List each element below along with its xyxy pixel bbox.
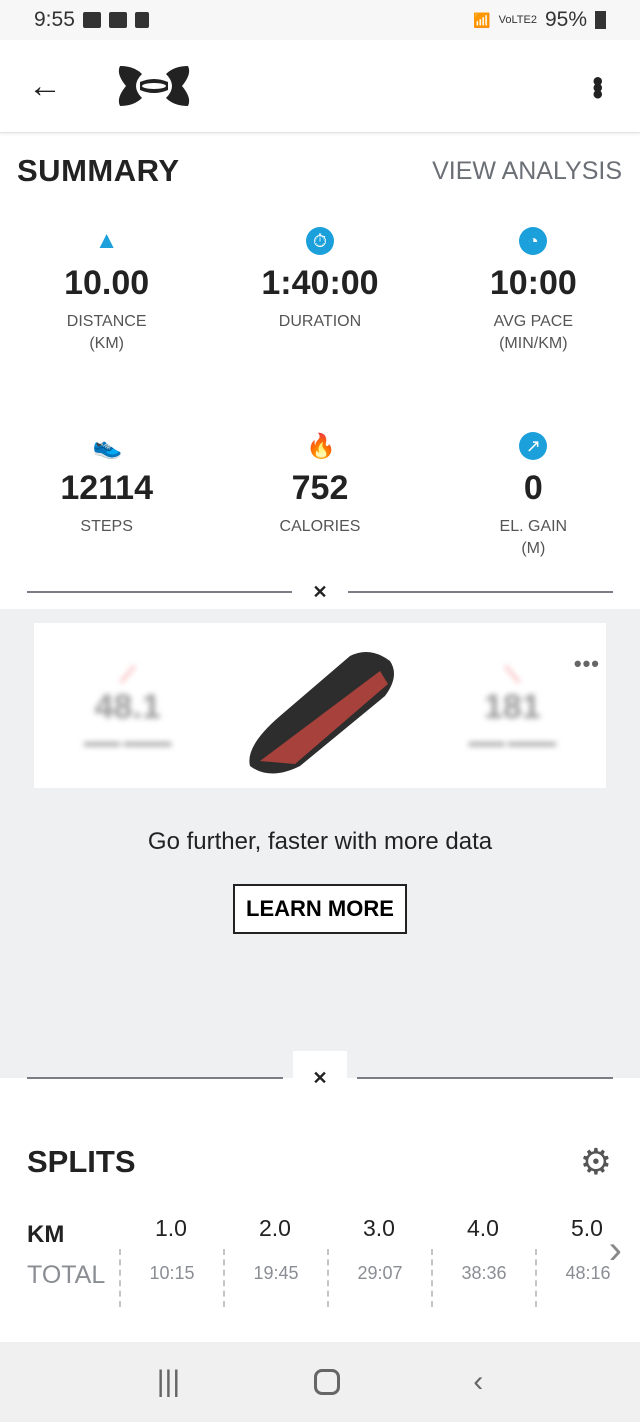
- back-nav-icon[interactable]: ‹: [473, 1365, 483, 1399]
- stat-label: EL. GAIN (M): [499, 518, 568, 557]
- km-cell: 2.0: [259, 1215, 291, 1241]
- km-header: KM: [27, 1221, 65, 1248]
- stat-1: ⏱ 1:40:00 DURATION: [213, 227, 426, 380]
- app-bar: ← •••: [0, 40, 640, 133]
- total-cell: 29:07: [327, 1249, 431, 1307]
- total-cell: 48:16: [535, 1249, 639, 1307]
- stopwatch-icon: ⏱: [305, 227, 334, 255]
- stat-label: CALORIES: [279, 518, 361, 535]
- clock: 9:55: [34, 8, 75, 31]
- splits-title: SPLITS: [27, 1144, 136, 1179]
- promo-card[interactable]: ⟋ 48.1 ▬▬▬ ▬▬▬▬ ⟍ 181 ▬▬▬ ▬▬▬▬ •••: [34, 623, 606, 788]
- network-label: VoLTE2: [498, 14, 537, 26]
- wifi-icon: 📶: [473, 11, 491, 28]
- gear-icon[interactable]: ⚙: [580, 1141, 612, 1183]
- stat-label: AVG PACE (MIN/KM): [493, 313, 574, 352]
- stat-value: 0: [523, 469, 543, 507]
- total-cell: 19:45: [223, 1249, 327, 1307]
- learn-more-button[interactable]: LEARN MORE: [233, 884, 407, 934]
- ua-logo-icon: ✕: [312, 1067, 328, 1088]
- km-cell: 1.0: [155, 1215, 187, 1241]
- under-armour-logo: [118, 66, 190, 106]
- clock-app-icon: [134, 12, 149, 28]
- battery-icon: [595, 11, 606, 29]
- gallery-icon: [82, 12, 101, 28]
- stat-value: 10:00: [489, 264, 577, 302]
- summary-title: SUMMARY: [17, 153, 180, 188]
- more-horiz-icon[interactable]: •••: [574, 651, 600, 677]
- stat-label: STEPS: [80, 518, 133, 535]
- youtube-icon: [108, 12, 127, 28]
- km-cell: 5.0: [571, 1215, 603, 1241]
- stat-value: 10.00: [64, 264, 150, 302]
- stat-5: ↗ 0 EL. GAIN (M): [427, 432, 640, 585]
- recents-icon[interactable]: |||: [157, 1365, 180, 1399]
- splits-table: KM 1.0 2.0 3.0 4.0 5.0 TOTAL 10:15 19:45…: [0, 1215, 640, 1307]
- stat-3: 👟 12114 STEPS: [0, 432, 213, 585]
- stat-value: 1:40:00: [261, 264, 379, 302]
- shoe-image: [249, 651, 394, 773]
- chevron-right-icon[interactable]: ›: [609, 1228, 622, 1273]
- stat-4: 🔥 752 CALORIES: [213, 432, 426, 585]
- speedometer-icon: ◔: [519, 227, 548, 255]
- blurred-stat: ⟋ 48.1 ▬▬▬ ▬▬▬▬: [83, 662, 172, 749]
- home-icon[interactable]: [313, 1369, 340, 1395]
- battery-text: 95%: [544, 8, 587, 31]
- blurred-stat: ⟍ 181 ▬▬▬ ▬▬▬▬: [468, 662, 556, 749]
- stat-label: DURATION: [278, 313, 362, 330]
- status-bar: 9:55 📶 VoLTE2 95%: [0, 0, 640, 40]
- km-cell: 3.0: [363, 1215, 395, 1241]
- stat-value: 12114: [60, 469, 153, 507]
- total-cell: 38:36: [431, 1249, 535, 1307]
- section-divider: ✕: [0, 1047, 640, 1109]
- ua-logo-icon: ✕: [312, 581, 328, 602]
- stat-0: ▲ 10.00 DISTANCE (KM): [0, 227, 213, 380]
- summary-stats: ▲ 10.00 DISTANCE (KM) ⏱ 1:40:00 DURATION ◔…: [0, 227, 640, 585]
- flame-icon: 🔥: [305, 433, 336, 460]
- stat-value: 752: [291, 469, 349, 507]
- km-cell: 4.0: [467, 1215, 499, 1241]
- shoe-icon: 👟: [92, 433, 123, 460]
- stat-label: DISTANCE (KM): [66, 313, 147, 352]
- total-cell: 10:15: [119, 1249, 223, 1307]
- stat-2: ◔ 10:00 AVG PACE (MIN/KM): [427, 227, 640, 380]
- system-nav-bar: ||| ‹: [0, 1342, 640, 1422]
- more-vert-icon[interactable]: •••: [581, 76, 614, 96]
- arrow-left-icon[interactable]: ←: [28, 67, 68, 106]
- view-analysis-link[interactable]: VIEW ANALYSIS: [432, 157, 622, 186]
- road-icon: ▲: [94, 227, 119, 254]
- arrow-up-right-icon: ↗: [519, 432, 548, 460]
- promo-text: Go further, faster with more data: [147, 828, 493, 855]
- total-header: TOTAL: [27, 1261, 106, 1289]
- promo-section: ⟋ 48.1 ▬▬▬ ▬▬▬▬ ⟍ 181 ▬▬▬ ▬▬▬▬ ••• Go furthe…: [0, 609, 640, 1047]
